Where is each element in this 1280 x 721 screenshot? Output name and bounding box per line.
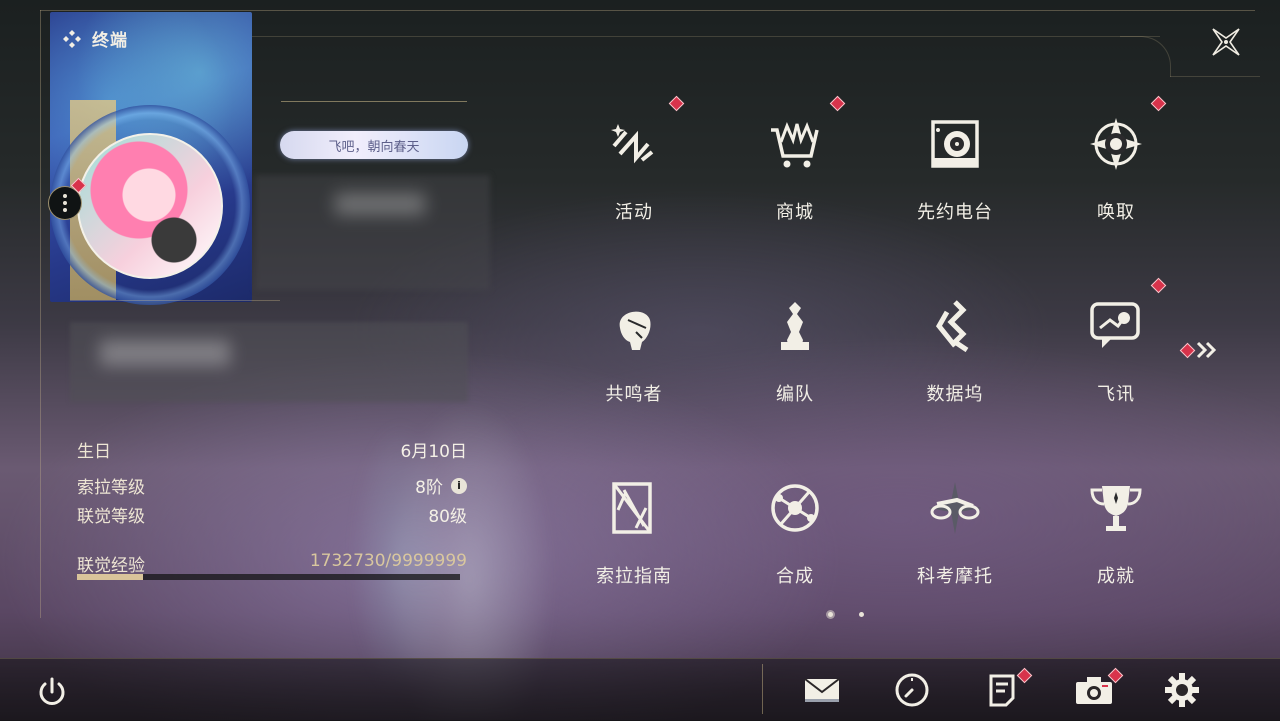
gear-icon: [1165, 673, 1199, 707]
menu-item-label: 先约电台: [917, 202, 993, 223]
divider: [70, 300, 280, 301]
notification-badge: [1150, 277, 1167, 294]
avatar-badge: [70, 177, 87, 194]
stat-union-level: 联觉等级 80级: [77, 502, 467, 527]
databank-icon: [927, 298, 983, 354]
history-button[interactable]: [890, 668, 934, 712]
menu-item-label: 科考摩托: [917, 566, 993, 587]
menu-item-label: 成就: [1097, 566, 1135, 587]
notification-badge: [829, 95, 846, 112]
notification-badge: [1150, 95, 1167, 112]
menu-item-label: 活动: [615, 202, 653, 223]
stat-value: 80级: [428, 507, 467, 527]
power-icon: [39, 677, 65, 705]
stat-label: 生日: [77, 442, 111, 462]
mail-button[interactable]: [800, 668, 844, 712]
close-button[interactable]: [1206, 22, 1246, 62]
menu-item-label: 共鸣者: [605, 384, 663, 405]
screenshot-button[interactable]: [1072, 667, 1124, 712]
menu-item-6[interactable]: 编队: [735, 276, 855, 426]
synthesis-icon: [767, 480, 823, 536]
menu-item-label: 索拉指南: [596, 566, 672, 587]
signature-banner[interactable]: 飞吧，朝向春天: [280, 131, 468, 159]
clock-icon: [895, 673, 929, 707]
trophy-icon: [1088, 480, 1144, 536]
divider: [281, 101, 467, 102]
menu-item-2[interactable]: 商城: [735, 94, 855, 244]
menu-item-label: 合成: [776, 566, 814, 587]
signature-text: 飞吧，朝向春天: [328, 139, 420, 155]
exp-progress-fill: [77, 574, 144, 580]
notification-badge: [668, 95, 685, 112]
guide-icon: [606, 480, 662, 536]
page-indicator: [828, 612, 864, 617]
frame-corner: [1120, 36, 1171, 77]
notice-button[interactable]: [980, 667, 1033, 712]
notice-doc-icon: [989, 674, 1015, 707]
menu-item-5[interactable]: 共鸣者: [574, 276, 694, 426]
divider: [762, 664, 763, 714]
redacted-id-area: [70, 322, 468, 402]
next-page-button[interactable]: [1179, 340, 1219, 360]
frame-line-right: [1170, 76, 1260, 77]
menu-item-4[interactable]: 唤取: [1056, 94, 1176, 244]
stat-label: 联觉等级: [77, 507, 145, 527]
team-chess-icon: [767, 298, 823, 354]
exp-label: 联觉经验: [77, 556, 145, 576]
stat-value: 6月10日: [400, 442, 467, 462]
frame-line-left: [40, 10, 41, 618]
diamond-cluster-icon: [63, 29, 81, 48]
power-button[interactable]: [32, 672, 72, 712]
menu-item-label: 商城: [776, 202, 814, 223]
stat-sola-level: 索拉等级 8阶 i: [77, 473, 467, 498]
frame-line-top: [40, 10, 1255, 11]
page-dot-1[interactable]: [828, 612, 833, 617]
menu-item-label: 唤取: [1097, 202, 1135, 223]
menu-item-label: 数据坞: [926, 384, 984, 405]
menu-item-label: 编队: [776, 384, 814, 405]
redacted-name-area: [255, 175, 490, 290]
menu-item-12[interactable]: 成就: [1056, 458, 1176, 608]
menu-item-1[interactable]: 活动: [574, 94, 694, 244]
message-icon: [1088, 298, 1144, 354]
resonator-icon: [606, 298, 662, 354]
page-title: 终端: [92, 31, 128, 51]
exp-value: 1732730/9999999: [309, 551, 467, 571]
notification-badge: [1179, 342, 1196, 358]
terminal-header: 终端: [62, 26, 128, 51]
avatar[interactable]: [77, 133, 223, 279]
menu-item-11[interactable]: 科考摩托: [895, 458, 1015, 608]
radio-icon: [927, 116, 983, 172]
shop-cart-icon: [767, 116, 823, 172]
stat-union-exp: 联觉经验 1732730/9999999: [77, 551, 467, 576]
activity-icon: [606, 116, 662, 172]
info-icon[interactable]: i: [451, 477, 467, 494]
camera-icon: [1076, 677, 1112, 704]
close-x-icon: [1212, 28, 1240, 56]
stat-birthday: 生日 6月10日: [77, 437, 467, 462]
double-chevron-right-icon: [1196, 341, 1217, 359]
menu-item-7[interactable]: 数据坞: [895, 276, 1015, 426]
menu-item-label: 飞讯: [1097, 384, 1135, 405]
stat-value: 8阶: [415, 478, 443, 498]
stat-label: 索拉等级: [77, 478, 145, 498]
convene-star-icon: [1088, 116, 1144, 172]
motorbike-icon: [927, 480, 983, 536]
menu-item-8[interactable]: 飞讯: [1056, 276, 1176, 426]
exp-progress-bar: [77, 574, 460, 580]
frame-line-inner: [250, 36, 1160, 37]
menu-item-9[interactable]: 索拉指南: [574, 458, 694, 608]
mail-icon: [804, 678, 840, 702]
menu-item-3[interactable]: 先约电台: [895, 94, 1015, 244]
page-dot-2[interactable]: [859, 612, 864, 617]
menu-item-10[interactable]: 合成: [735, 458, 855, 608]
settings-button[interactable]: [1160, 668, 1204, 712]
